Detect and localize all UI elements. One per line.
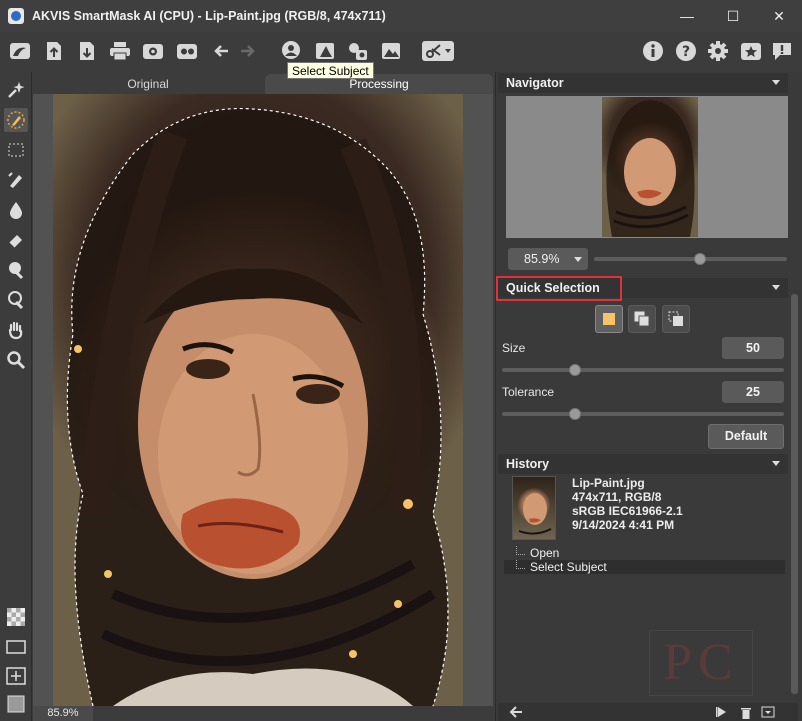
title-bar: AKVIS SmartMask AI (CPU) - Lip-Paint.jpg… [0,0,802,32]
landscape-icon[interactable] [379,39,403,63]
window-controls: — ☐ ✕ [664,0,802,32]
image-canvas[interactable] [33,94,493,706]
maximize-button[interactable]: ☐ [710,0,756,32]
quick-selection-highlight [496,276,622,301]
tolerance-value[interactable]: 25 [722,381,784,403]
navigator-thumbnail[interactable] [602,97,698,237]
save-icon[interactable] [75,39,99,63]
portrait-tool-icon[interactable] [313,39,337,63]
history-play-icon[interactable] [714,705,730,719]
app-logo-icon [8,8,24,24]
history-item-open[interactable]: Open [504,546,785,560]
preferences-icon[interactable] [706,39,730,63]
mode-add-selection-button[interactable] [628,305,656,333]
size-label: Size [502,341,526,355]
view-frame-icon[interactable] [4,635,28,659]
settings-gear-icon[interactable] [141,39,165,63]
status-zoom: 85.9% [33,706,93,721]
navigator-title: Navigator [506,76,564,90]
home-icon[interactable] [8,39,32,63]
gear-star-icon[interactable] [175,39,199,63]
size-value[interactable]: 50 [722,337,784,359]
history-title: History [506,457,550,471]
trash-icon[interactable] [738,705,754,719]
view-tabs: Original Processing [33,72,493,94]
quick-selection-tool-icon[interactable] [4,108,28,132]
selection-magic-tool-icon[interactable] [4,78,28,102]
notifications-icon[interactable] [770,39,794,63]
tolerance-label: Tolerance [502,385,555,399]
main-toolbar: ? [0,32,802,70]
favorites-icon[interactable] [739,39,763,63]
default-button[interactable]: Default [708,424,784,449]
mode-subtract-selection-button[interactable] [662,305,690,333]
portrait-photo[interactable] [53,94,463,706]
watermark-logo: PC [649,630,753,696]
panel-scrollbar[interactable] [791,294,798,694]
transparency-grid-icon[interactable] [4,605,28,629]
status-bar: 85.9% [33,706,493,721]
hand-tool-icon[interactable] [4,318,28,342]
fit-view-icon[interactable] [4,664,28,688]
tool-panel [0,72,32,721]
brush-remove-tool-icon[interactable] [4,288,28,312]
navigator-header[interactable]: Navigator [498,73,788,93]
history-timestamp: 9/14/2024 4:41 PM [572,518,675,532]
tolerance-slider-handle[interactable] [569,408,582,420]
history-item-select-subject[interactable]: Select Subject [504,560,785,574]
brush-keep-tool-icon[interactable] [4,258,28,282]
history-color-profile: sRGB IEC61966-2.1 [572,504,683,518]
navigator-zoom-value: 85.9% [524,252,560,266]
minimize-button[interactable]: — [664,0,710,32]
size-slider[interactable] [502,368,784,372]
undo-arrow-icon[interactable] [209,39,233,63]
right-panel: Navigator 85.9% Quick Selection Size 50 … [495,72,802,721]
redo-arrow-icon[interactable] [236,39,260,63]
color-swatch-icon[interactable] [4,692,28,716]
select-subject-tooltip: Select Subject [287,62,374,79]
window-title: AKVIS SmartMask AI (CPU) - Lip-Paint.jpg… [32,9,386,23]
size-slider-handle[interactable] [569,364,582,376]
history-thumbnail [512,476,556,540]
history-list: Open Select Subject [504,546,785,574]
rectangle-select-tool-icon[interactable] [4,138,28,162]
pen-tool-icon[interactable] [4,168,28,192]
history-menu-icon[interactable] [760,705,776,719]
history-file-name: Lip-Paint.jpg [572,476,645,490]
history-file-dims: 474x711, RGB/8 [572,490,662,504]
drop-tool-icon[interactable] [4,198,28,222]
background-tool-icon[interactable] [346,39,370,63]
history-header[interactable]: History [498,454,788,474]
history-controls [498,703,798,721]
tolerance-slider[interactable] [502,412,784,416]
svg-text:?: ? [682,44,690,60]
select-subject-icon[interactable] [279,39,303,63]
history-collapse-icon[interactable] [772,461,780,466]
navigator-zoom-dropdown[interactable]: 85.9% [508,248,588,270]
navigator-zoom-slider[interactable] [594,257,787,261]
history-back-icon[interactable] [508,705,524,719]
help-icon[interactable]: ? [674,39,698,63]
navigator-preview[interactable] [506,96,788,238]
info-icon[interactable] [641,39,665,63]
history-file-info: Lip-Paint.jpg 474x711, RGB/8 sRGB IEC619… [572,476,683,532]
print-icon[interactable] [108,39,132,63]
mode-new-selection-button[interactable] [595,305,623,333]
navigator-zoom-slider-handle[interactable] [694,253,707,265]
scissors-dropdown-icon[interactable] [421,39,455,63]
navigator-collapse-icon[interactable] [772,80,780,85]
eraser-tool-icon[interactable] [4,228,28,252]
chevron-down-icon [574,257,582,262]
tab-original[interactable]: Original [33,74,263,94]
close-button[interactable]: ✕ [756,0,802,32]
zoom-tool-icon[interactable] [4,348,28,372]
quick-selection-collapse-icon[interactable] [772,285,780,290]
open-icon[interactable] [42,39,66,63]
